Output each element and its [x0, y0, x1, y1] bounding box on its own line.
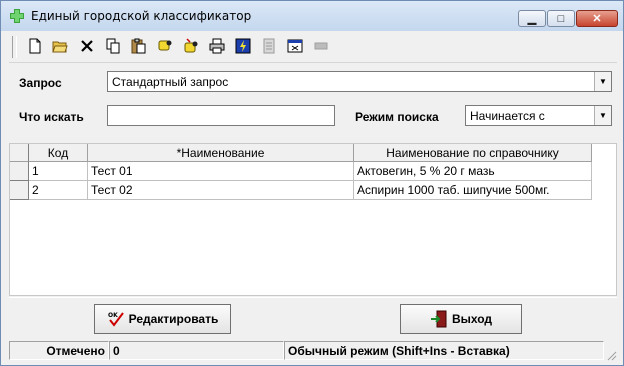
app-cross-icon — [10, 9, 24, 23]
edit-button-label: Редактировать — [128, 312, 219, 326]
edit-button[interactable]: OK Редактировать — [94, 304, 231, 334]
resize-grip-icon[interactable] — [605, 349, 617, 361]
query-label: Запрос — [19, 76, 62, 90]
mode-label: Режим поиска — [355, 110, 439, 124]
column-header-code[interactable]: Код — [29, 144, 88, 162]
toolbar — [9, 32, 617, 63]
delete-icon[interactable] — [79, 38, 95, 54]
mode-select-value: Начинается с — [470, 109, 545, 123]
search-input[interactable] — [107, 105, 335, 126]
open-folder-icon[interactable] — [52, 38, 68, 54]
mode-select[interactable]: Начинается с ▼ — [465, 105, 612, 126]
query-select[interactable]: Стандартный запрос ▼ — [107, 71, 612, 92]
table-cell-name[interactable]: Тест 02 — [88, 181, 354, 200]
exit-button-label: Выход — [451, 312, 493, 326]
disabled-bar-icon — [314, 42, 328, 50]
status-bar: Отмечено 0 Обычный режим (Shift+Ins - Вс… — [9, 340, 617, 362]
print-icon[interactable] — [209, 38, 225, 54]
maximize-button[interactable]: □ — [547, 10, 575, 27]
find-next-icon[interactable] — [183, 38, 199, 54]
status-marked-count: 0 — [109, 341, 284, 360]
status-mode-text: Обычный режим (Shift+Ins - Вставка) — [284, 341, 604, 360]
table-cell-ref-name[interactable]: Аспирин 1000 таб. шипучие 500мг. — [354, 181, 592, 200]
exit-button[interactable]: Выход — [400, 304, 522, 334]
table-cell-code[interactable]: 2 — [29, 181, 88, 200]
row-indicator[interactable] — [10, 181, 29, 200]
header-indicator — [10, 144, 29, 162]
status-marked-label: Отмечено — [9, 341, 109, 360]
row-indicator[interactable] — [10, 162, 29, 181]
run-icon[interactable] — [235, 38, 251, 54]
search-panel: Запрос Стандартный запрос ▼ Что искать Р… — [9, 63, 617, 143]
chevron-down-icon[interactable]: ▼ — [594, 72, 611, 91]
close-icon: ✕ — [592, 13, 602, 25]
minimize-button[interactable]: ▁ — [518, 10, 546, 27]
column-header-name[interactable]: *Наименование — [88, 144, 354, 162]
query-select-value: Стандартный запрос — [112, 75, 229, 89]
column-header-ref-name[interactable]: Наименование по справочнику — [354, 144, 592, 162]
table-cell-ref-name[interactable]: Актовегин, 5 % 20 г мазь — [354, 162, 592, 181]
edit-check-icon: OK — [108, 312, 124, 327]
exit-door-icon — [430, 310, 447, 328]
new-document-icon[interactable] — [27, 38, 43, 54]
search-label: Что искать — [19, 110, 84, 124]
maximize-icon: □ — [557, 12, 565, 25]
close-button[interactable]: ✕ — [576, 10, 618, 27]
chevron-down-icon[interactable]: ▼ — [594, 106, 611, 125]
disabled-report-icon — [263, 38, 275, 54]
copy-icon[interactable] — [105, 38, 121, 54]
table-cell-code[interactable]: 1 — [29, 162, 88, 181]
paste-icon[interactable] — [130, 38, 146, 54]
window-title: Единый городской классификатор — [31, 9, 252, 23]
minimize-icon: ▁ — [527, 13, 537, 25]
results-table: Код *Наименование Наименование по справо… — [9, 143, 617, 296]
table-cell-name[interactable]: Тест 01 — [88, 162, 354, 181]
app-window: Единый городской классификатор ▁ □ ✕ Зап… — [0, 0, 624, 366]
toolbar-grip[interactable] — [12, 36, 17, 58]
find-icon[interactable] — [157, 38, 173, 54]
svg-text:OK: OK — [108, 312, 118, 319]
window-icon[interactable] — [287, 38, 303, 54]
button-bar: OK Редактировать Выход — [9, 297, 617, 340]
title-bar[interactable]: Единый городской классификатор ▁ □ ✕ — [1, 1, 623, 31]
